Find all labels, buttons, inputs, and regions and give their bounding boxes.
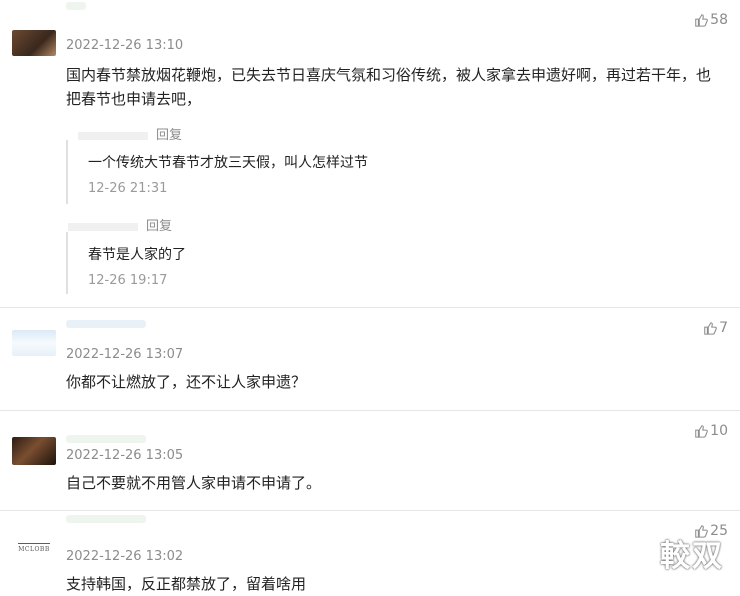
username[interactable] xyxy=(66,515,146,523)
comment-time: 2022-12-26 13:10 xyxy=(66,38,184,53)
comment-text: 国内春节禁放烟花鞭炮，已失去节日喜庆气氛和习俗传统，被人家拿去申遗好啊，再过若干… xyxy=(66,66,712,108)
thumb-up-icon xyxy=(704,322,717,335)
divider xyxy=(0,410,740,411)
divider xyxy=(0,510,740,511)
avatar[interactable]: MCLOBB xyxy=(12,535,56,561)
comment-text: 你都不让燃放了，还不让人家申遗？ xyxy=(66,373,307,391)
comment-time: 2022-12-26 13:07 xyxy=(66,347,184,362)
watermark: 較双 xyxy=(660,539,724,574)
thumb-up-icon xyxy=(695,14,708,27)
like-button[interactable]: 7 xyxy=(703,320,728,336)
comment-time: 2022-12-26 13:05 xyxy=(66,448,184,463)
username[interactable] xyxy=(68,222,138,231)
reply-text: 春节是人家的了 xyxy=(88,247,186,263)
reply-item: 春节是人家的了 12-26 19:17 xyxy=(66,232,708,294)
like-count: 7 xyxy=(719,320,728,336)
like-count: 10 xyxy=(710,423,728,439)
comment-text: 自己不要就不用管人家申请不申请了。 xyxy=(66,474,322,492)
comment-item: 7 2022-12-26 13:07 你都不让燃放了，还不让人家申遗？ xyxy=(0,310,740,408)
avatar[interactable] xyxy=(12,30,56,56)
reply-time: 12-26 19:17 xyxy=(88,273,168,288)
reply-text: 一个传统大节春节才放三天假，叫人怎样过节 xyxy=(88,155,368,171)
reply-item: 一个传统大节春节才放三天假，叫人怎样过节 12-26 21:31 xyxy=(66,140,708,204)
comment-item: MCLOBB 25 2022-12-26 13:02 支持韩国，反正都禁放了，留… xyxy=(0,513,740,595)
like-count: 58 xyxy=(710,12,728,28)
like-button[interactable]: 10 xyxy=(694,423,728,439)
comment-item: 10 2022-12-26 13:05 自己不要就不用管人家申请不申请了。 xyxy=(0,413,740,508)
comment-text: 支持韩国，反正都禁放了，留着啥用 xyxy=(66,575,307,593)
thumb-up-icon xyxy=(695,425,708,438)
like-button[interactable]: 58 xyxy=(694,12,728,28)
username[interactable] xyxy=(66,320,146,328)
avatar-logo-text: MCLOBB xyxy=(18,543,50,553)
avatar[interactable] xyxy=(12,437,56,465)
comment-item: 58 2022-12-26 13:10 国内春节禁放烟花鞭炮，已失去节日喜庆气氛… xyxy=(0,0,740,305)
username[interactable] xyxy=(66,435,146,443)
reply-time: 12-26 21:31 xyxy=(88,181,168,196)
avatar[interactable] xyxy=(12,330,56,356)
username[interactable] xyxy=(66,2,86,10)
username[interactable] xyxy=(78,131,148,140)
divider xyxy=(0,307,740,308)
comment-time: 2022-12-26 13:02 xyxy=(66,549,184,564)
